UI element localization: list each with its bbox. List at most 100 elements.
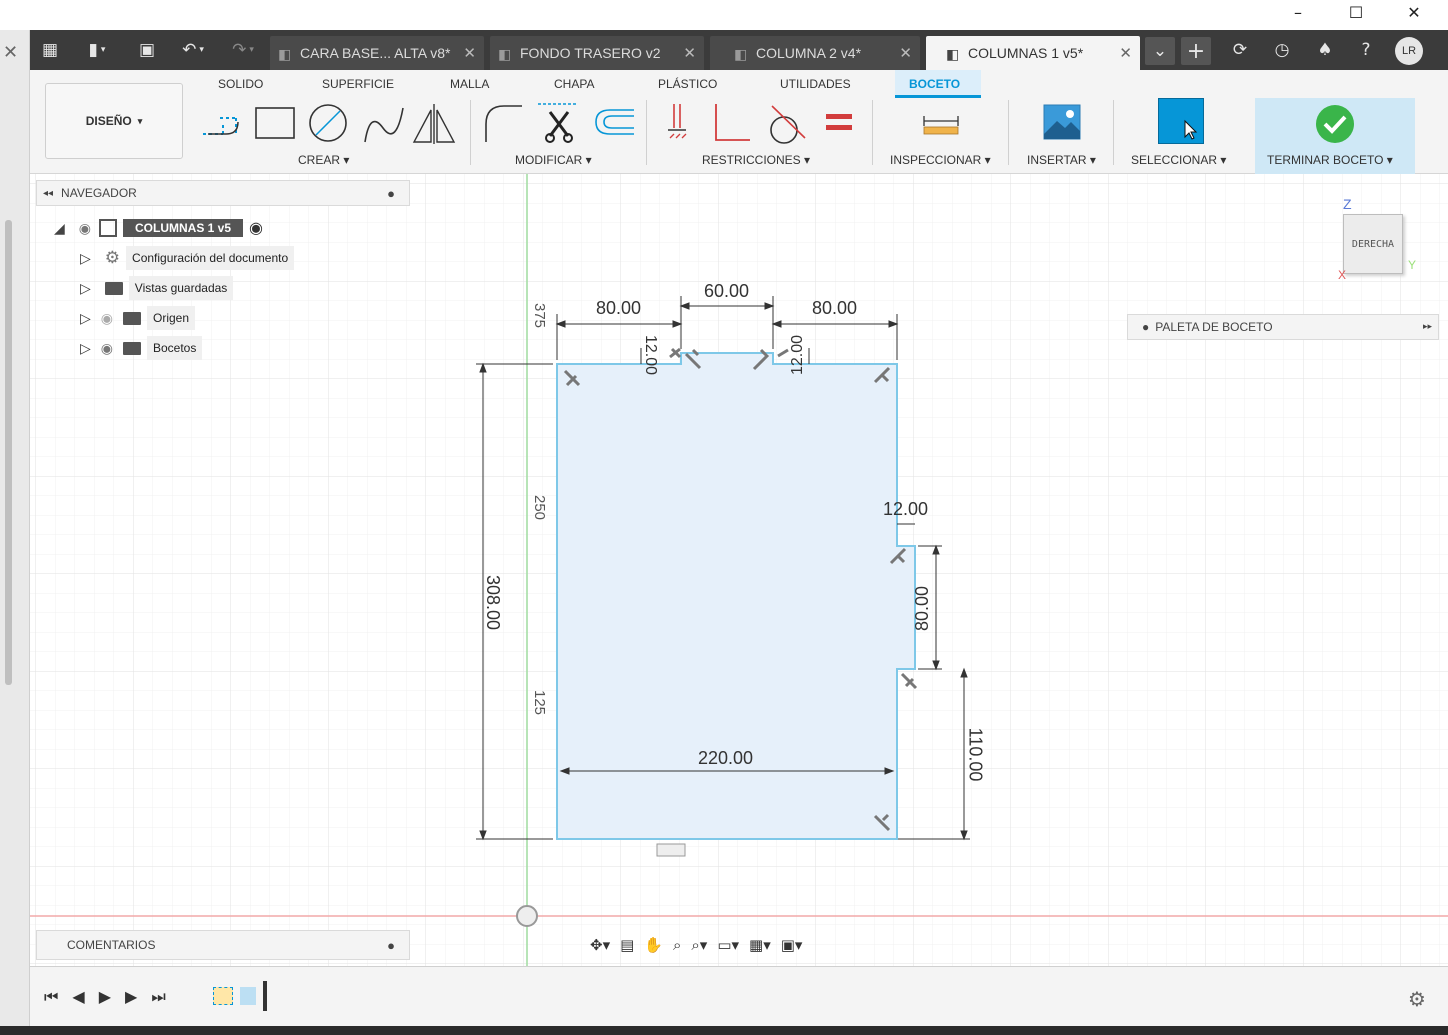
tab-plastico[interactable]: PLÁSTICO [658,77,717,91]
dim-top-left[interactable]: 80.00 [596,298,641,319]
expand-arrow-icon[interactable]: ▷ [80,310,91,327]
navigator-item-configuracion[interactable]: ▷ ⚙ Configuración del documento [80,246,295,270]
save-icon[interactable]: ▣ [135,38,159,62]
tab-solido[interactable]: SOLIDO [218,77,263,91]
spline-tool-icon[interactable] [364,107,404,143]
perpendicular-constraint-icon[interactable] [715,104,750,141]
expand-triangle-icon[interactable]: ◢ [54,220,65,237]
dim-top-right[interactable]: 80.00 [812,298,857,319]
collapse-double-arrow-icon[interactable]: ◂◂ [43,188,53,199]
tab-fondo-trasero[interactable]: ◧ FONDO TRASERO v2 ✕ [490,36,704,70]
help-icon[interactable]: ? [1354,38,1378,62]
tab-close-icon[interactable]: ✕ [1119,44,1132,62]
origin-point-icon[interactable] [516,905,538,927]
dim-height-total[interactable]: 308.00 [482,575,503,630]
undo-icon[interactable]: ↶ ▾ [175,38,211,62]
tab-columna-2[interactable]: ◧ COLUMNA 2 v4* ✕ [710,36,920,70]
display-settings-icon[interactable]: ▭▾ [717,936,739,954]
eye-icon[interactable]: ◉ [101,340,113,357]
close-window-button[interactable]: ✕ [1391,0,1437,24]
maximize-button[interactable]: ☐ [1333,0,1379,24]
workspace-dropdown[interactable]: DISEÑO ▾ [45,83,183,159]
group-restricciones[interactable]: RESTRICCIONES ▾ [702,153,810,167]
expand-double-arrow-icon[interactable]: ▸▸ [1423,321,1432,332]
sync-icon[interactable]: ⟳ [1228,38,1252,62]
group-seleccionar[interactable]: SELECCIONAR ▾ [1131,153,1226,167]
timeline-settings-gear-icon[interactable]: ⚙ [1408,987,1426,1011]
fit-icon[interactable]: ⌕▾ [691,936,707,954]
eye-hidden-icon[interactable]: ◉ [101,310,113,327]
offset-tool-icon[interactable] [595,109,634,135]
redo-icon[interactable]: ↷ ▾ [225,38,261,62]
insert-image-icon[interactable] [1043,104,1081,140]
dim-notch-left[interactable]: 12.00 [641,335,659,375]
select-tool-button[interactable] [1158,98,1204,144]
navigator-header[interactable]: ◂◂ NAVEGADOR ● [36,180,410,206]
expand-arrow-icon[interactable]: ▷ [80,250,91,267]
viewports-icon[interactable]: ▣▾ [781,936,803,954]
tab-malla[interactable]: MALLA [450,77,489,91]
grid-settings-icon[interactable]: ▦▾ [749,936,771,954]
horizontal-vertical-constraint-icon[interactable] [668,104,687,139]
tab-superficie[interactable]: SUPERFICIE [322,77,394,91]
look-at-icon[interactable]: ▤ [620,936,634,954]
close-panel-icon[interactable]: ✕ [3,42,18,63]
group-crear[interactable]: CREAR ▾ [298,153,349,167]
timeline-component-icon[interactable] [240,987,256,1005]
grid-apps-icon[interactable]: ▦ [38,38,62,62]
comments-panel[interactable]: COMENTARIOS ● [36,930,410,960]
minimize-button[interactable]: – [1275,0,1321,24]
comments-toggle-icon[interactable]: ● [387,938,395,953]
tab-overflow-chevron-icon[interactable]: ⌄ [1145,37,1175,65]
expand-arrow-icon[interactable]: ▷ [80,340,91,357]
orbit-icon[interactable]: ✥▾ [590,936,610,954]
dim-right-mid[interactable]: 80.00 [912,586,933,631]
tab-cara-base[interactable]: ◧ CARA BASE... ALTA v8* ✕ [270,36,484,70]
rectangle-tool-icon[interactable] [255,107,295,139]
palette-toggle-icon[interactable]: ● [1142,320,1149,334]
scrollbar[interactable] [5,220,12,685]
file-menu-icon[interactable]: ▮ ▾ [80,38,114,62]
sketch-canvas[interactable]: 80.00 60.00 80.00 12.00 12.00 12.00 308.… [30,174,1448,966]
navigator-root[interactable]: ◢ ◉ COLUMNAS 1 v5 ◉ [54,216,263,240]
tab-close-icon[interactable]: ✕ [683,44,696,62]
timeline-sketch-icon[interactable] [213,987,233,1005]
navigator-toggle-icon[interactable]: ● [387,186,395,201]
group-inspeccionar[interactable]: INSPECCIONAR ▾ [890,153,991,167]
job-status-clock-icon[interactable]: ◷ [1270,38,1294,62]
viewcube[interactable]: Z DERECHA Y X [1320,194,1430,284]
step-forward-icon[interactable]: ▶ [125,987,137,1007]
fillet-tool-icon[interactable] [485,105,522,142]
zoom-icon[interactable]: ⌕ [673,936,681,954]
line-tool-icon[interactable] [203,117,239,135]
circle-tool-icon[interactable] [309,104,347,142]
tab-close-icon[interactable]: ✕ [899,44,912,62]
notifications-bell-icon[interactable]: ♠ [1313,38,1337,62]
navigator-item-vistas[interactable]: ▷ Vistas guardadas [80,276,234,300]
tangent-constraint-icon[interactable] [770,105,806,144]
dim-side-notch[interactable]: 12.00 [883,499,928,520]
tab-chapa[interactable]: CHAPA [554,77,594,91]
group-insertar[interactable]: INSERTAR ▾ [1027,153,1096,167]
dim-notch-right[interactable]: 12.00 [789,335,807,375]
tab-close-icon[interactable]: ✕ [463,44,476,62]
play-icon[interactable]: ▶ [99,987,111,1007]
dim-right-bottom[interactable]: 110.00 [964,728,985,782]
tab-boceto[interactable]: BOCETO [895,70,981,98]
viewcube-face[interactable]: DERECHA [1343,214,1403,274]
mirror-tool-icon[interactable] [412,104,456,144]
eye-icon[interactable]: ◉ [79,220,91,237]
navigator-item-origen[interactable]: ▷ ◉ Origen [80,306,196,330]
dim-width[interactable]: 220.00 [698,748,753,769]
measure-tool-icon[interactable] [922,112,962,136]
pan-hand-icon[interactable]: ✋ [644,936,663,954]
timeline-marker[interactable] [263,981,267,1011]
equal-constraint-icon[interactable] [826,114,852,130]
go-to-end-icon[interactable]: ⏭ [151,987,165,1007]
expand-arrow-icon[interactable]: ▷ [80,280,91,297]
activate-radio-icon[interactable]: ◉ [249,218,263,238]
tab-utilidades[interactable]: UTILIDADES [780,77,851,91]
new-tab-plus-icon[interactable]: + [1181,37,1211,65]
user-avatar[interactable]: LR [1395,37,1423,65]
tab-columnas-1[interactable]: ◧ COLUMNAS 1 v5* ✕ [926,36,1140,70]
